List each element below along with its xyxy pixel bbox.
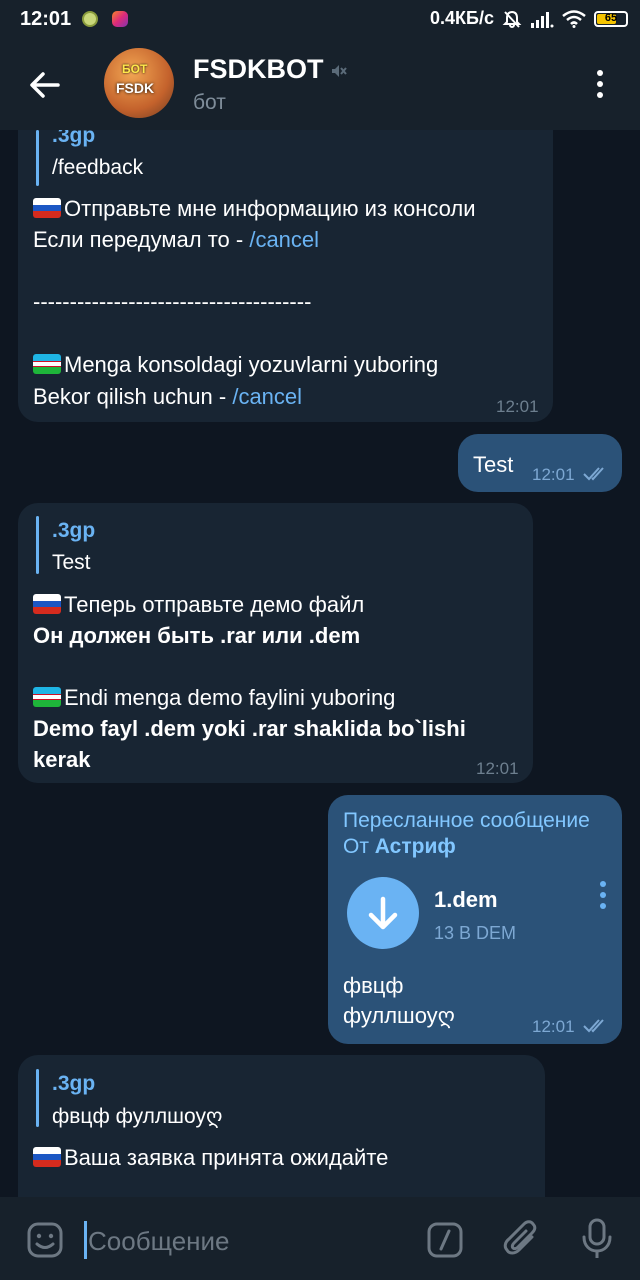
reply-bar (36, 516, 39, 574)
chat-title[interactable]: FSDKBOT (193, 54, 324, 85)
reply-bar (36, 1069, 39, 1127)
status-time: 12:01 (20, 8, 72, 30)
instagram-icon (112, 11, 128, 27)
forward-from[interactable]: От Астриф (343, 835, 456, 859)
cancel-command-link[interactable]: /cancel (232, 384, 302, 409)
message-line: Bekor qilish uchun - /cancel (33, 384, 303, 409)
mute-bell-icon (502, 10, 522, 28)
network-speed: 0.4КБ/с (430, 8, 494, 28)
reply-text: /feedback (52, 156, 144, 179)
bot-avatar[interactable]: БОТ FSDK (104, 48, 174, 118)
file-name: 1.dem (434, 887, 498, 912)
avatar-text-bottom: FSDK (116, 80, 155, 96)
incoming-message[interactable]: .3gp фвцф фуллшоуღ Ваша заявка принята о… (18, 1055, 545, 1197)
messages-area: .3gp /feedback Отправьте мне информацию … (0, 130, 640, 1197)
message-input[interactable]: Сообщение (88, 1226, 230, 1257)
message-line: Отправьте мне информацию из консоли (33, 196, 476, 222)
incoming-message[interactable]: .3gp Test Теперь отправьте демо файл Он … (18, 503, 533, 783)
attach-icon[interactable] (502, 1219, 542, 1261)
muted-icon (332, 65, 347, 77)
status-bar: 12:01 0.4КБ/с 65 (0, 0, 640, 40)
read-ticks-icon (583, 467, 604, 481)
reply-bar (36, 130, 39, 186)
forward-label: Пересланное сообщение (343, 809, 590, 832)
message-line: Demo fayl .dem yoki .rar shaklida bo`lis… (33, 716, 466, 741)
uzbekistan-flag-icon (33, 354, 61, 374)
message-time: 12:01 (532, 465, 575, 484)
reply-name: .3gp (52, 1072, 96, 1095)
wifi-icon (562, 9, 586, 28)
incoming-message[interactable]: .3gp /feedback Отправьте мне информацию … (18, 130, 553, 422)
message-line: Он должен быть .rar или .dem (33, 623, 361, 648)
russia-flag-icon (33, 198, 61, 218)
file-size: 13 B DEM (434, 923, 517, 943)
download-button[interactable] (347, 877, 419, 949)
chat-header: БОТ FSDK FSDKBOT бот (0, 40, 640, 130)
cancel-command-link[interactable]: /cancel (249, 227, 319, 252)
message-line: Endi menga demo faylini yuboring (33, 685, 395, 711)
message-line: Ваша заявка принята ожидайте (33, 1145, 388, 1171)
reply-name: .3gp (52, 519, 96, 542)
emoji-icon[interactable] (26, 1221, 64, 1259)
message-time: 12:01 (476, 759, 519, 778)
russia-flag-icon (33, 1147, 61, 1167)
message-input-bar: Сообщение (0, 1197, 640, 1280)
message-line: Теперь отправьте демо файл (33, 592, 364, 618)
message-divider: -------------------------------------- (33, 289, 312, 314)
forward-author: Астриф (374, 835, 456, 858)
file-menu-icon[interactable] (600, 881, 608, 914)
message-caption: фвцф (343, 973, 404, 998)
more-menu-icon[interactable] (592, 70, 608, 102)
battery-level: 65 (604, 11, 618, 24)
avatar-text-top: БОТ (122, 62, 148, 76)
back-arrow-icon[interactable] (28, 68, 62, 102)
message-line: kerak (33, 747, 91, 772)
text-caret (84, 1221, 87, 1259)
message-time: 12:01 (496, 397, 539, 416)
microphone-icon[interactable] (580, 1217, 614, 1261)
download-arrow-icon (368, 896, 398, 930)
battery-icon: 65 (594, 10, 628, 27)
message-text: Test (473, 452, 514, 477)
app-notification-icon (82, 11, 98, 27)
outgoing-message[interactable]: Test 12:01 (458, 434, 622, 492)
uzbekistan-flag-icon (33, 687, 61, 707)
russia-flag-icon (33, 594, 61, 614)
reply-text: фвцф фуллшоуღ (52, 1105, 223, 1128)
bot-commands-icon[interactable] (426, 1221, 464, 1259)
read-ticks-icon (583, 1019, 604, 1033)
message-caption: фуллшоуღ (343, 1003, 455, 1028)
reply-name: .3gp (52, 130, 96, 147)
message-time: 12:01 (532, 1017, 575, 1036)
outgoing-forwarded-message[interactable]: Пересланное сообщение От Астриф 1.dem 13… (328, 795, 622, 1044)
message-line: Menga konsoldagi yozuvlarni yuboring (33, 352, 438, 378)
reply-text: Test (52, 551, 91, 574)
chat-subtitle: бот (193, 91, 226, 114)
status-right: 0.4КБ/с 65 (430, 8, 628, 29)
message-line: Если передумал то - /cancel (33, 227, 320, 252)
signal-icon (531, 11, 554, 28)
